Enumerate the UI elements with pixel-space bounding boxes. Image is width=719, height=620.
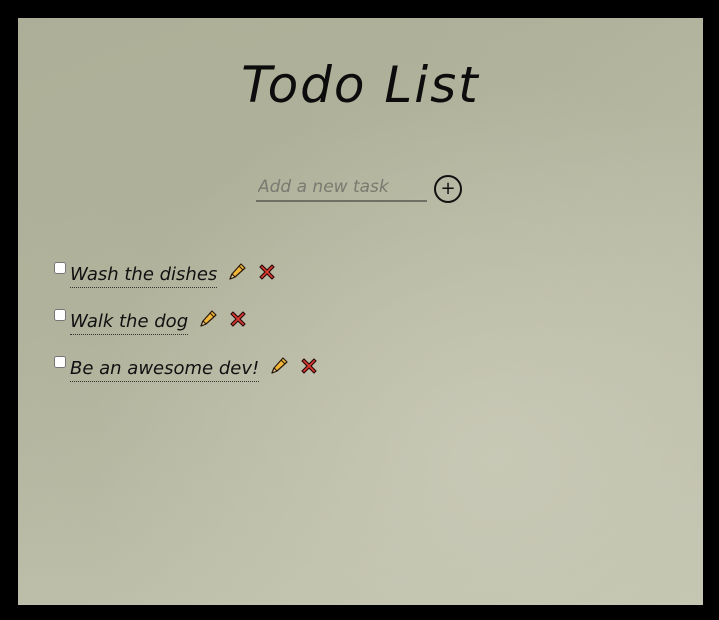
todo-list: Wash the dishes Walk the dog Be an aweso…: [53, 252, 320, 393]
todo-text[interactable]: Wash the dishes: [70, 264, 218, 288]
cross-icon[interactable]: [227, 308, 249, 330]
add-task-button[interactable]: +: [434, 175, 462, 203]
todo-item: Wash the dishes: [53, 252, 320, 299]
pencil-icon[interactable]: [197, 308, 219, 330]
pencil-icon[interactable]: [268, 355, 290, 377]
pencil-icon[interactable]: [226, 261, 248, 283]
cross-icon[interactable]: [256, 261, 278, 283]
cross-icon[interactable]: [298, 355, 320, 377]
new-task-input[interactable]: [256, 174, 427, 202]
todo-item: Walk the dog: [53, 299, 320, 346]
todo-text[interactable]: Walk the dog: [70, 311, 189, 335]
todo-checkbox[interactable]: [54, 261, 66, 274]
add-task-row: +: [256, 174, 466, 206]
todo-item: Be an awesome dev!: [53, 346, 320, 393]
todo-text[interactable]: Be an awesome dev!: [70, 358, 260, 382]
todo-checkbox[interactable]: [54, 355, 66, 368]
todo-checkbox[interactable]: [54, 308, 66, 321]
app-frame: Todo List + Wash the dishes Wal: [18, 18, 703, 605]
page-title: Todo List: [241, 56, 480, 114]
